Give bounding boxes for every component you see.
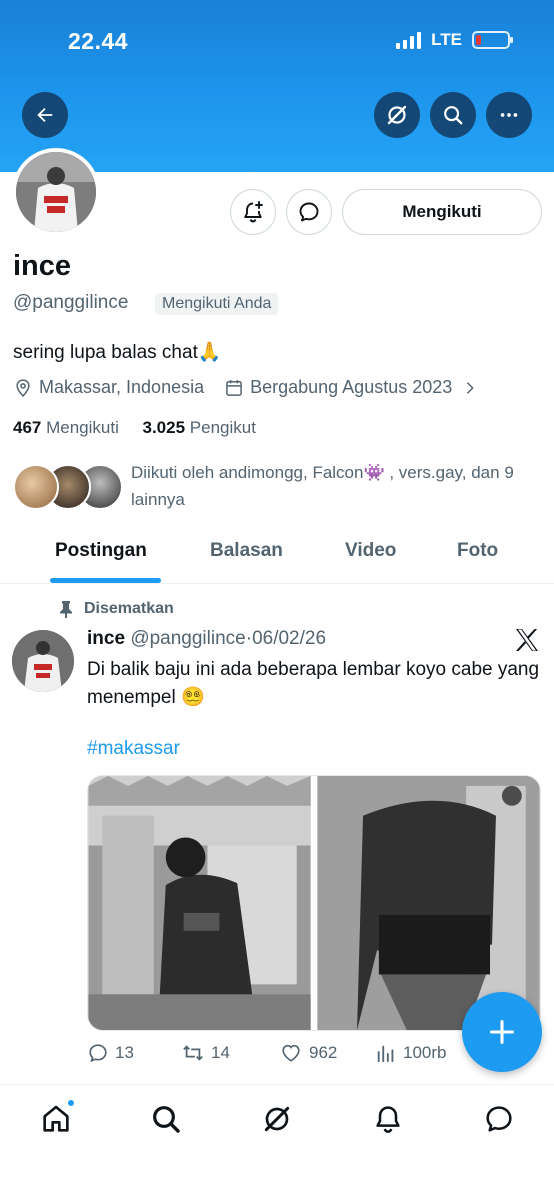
tab-foto[interactable]: Foto [457,540,498,562]
following-count: 467 [13,418,42,437]
repost-button[interactable]: 14 [181,1042,230,1064]
followed-by-text[interactable]: Diikuti oleh andimongg, Falcon👾 , vers.g… [131,459,541,513]
grok-button[interactable] [374,92,420,138]
follows-you-badge: Mengikuti Anda [155,293,279,315]
calendar-icon [226,379,242,396]
chevron-right-icon [467,381,474,394]
views-button[interactable]: 100rb [375,1042,446,1064]
nav-home[interactable] [38,1098,76,1137]
joined-item[interactable]: Bergabung Agustus 2023 [224,377,478,398]
grok-slash-icon [387,105,407,125]
signal-icon [396,31,422,49]
compose-button[interactable] [462,992,542,1072]
followed-by-avatars[interactable] [13,464,123,512]
profile-banner: 22.44 LTE [0,0,554,172]
profile-handle: @panggilince [13,292,129,313]
nav-messages[interactable] [481,1101,517,1137]
following-label: Mengikuti [46,418,119,437]
following-button[interactable]: Mengikuti [342,189,542,235]
joined-text: Bergabung Agustus 2023 [250,377,453,397]
x-logo-icon [514,628,540,657]
like-count: 962 [309,1043,338,1062]
followers-count: 3.025 [142,418,186,437]
pin-icon [60,601,72,618]
followers-label: Pengikut [189,418,256,437]
active-tab-indicator [50,578,161,583]
avatar-photo [16,152,96,232]
messages-icon [486,1106,512,1132]
profile-tabs: Postingan Balasan Video Foto [0,528,554,584]
tab-postingan[interactable]: Postingan [55,540,147,562]
search-icon [153,1106,180,1133]
bell-plus-icon [244,201,263,223]
tab-balasan[interactable]: Balasan [210,540,283,562]
location-item: Makassar, Indonesia [13,377,204,398]
post-author-name[interactable]: ince [87,628,125,649]
following-link[interactable]: 467 Mengikuti [13,418,119,437]
profile-meta: Makassar, Indonesia Bergabung Agustus 20… [13,377,498,398]
message-button[interactable] [286,189,332,235]
pinned-indicator: Disematkan [58,600,174,618]
location-pin-icon [16,378,30,397]
repost-count: 14 [211,1043,230,1062]
bottom-navigation [0,1084,554,1200]
repost-icon [183,1045,203,1061]
tab-video[interactable]: Video [345,540,396,562]
search-icon [444,106,463,125]
reply-icon [89,1044,107,1063]
reply-button[interactable]: 13 [87,1042,134,1064]
post-media[interactable] [87,775,541,1031]
post-author-handle[interactable]: @panggilince [130,628,245,649]
network-type: LTE [431,30,462,49]
profile-display-name: ince [13,250,72,282]
follower-avatar [13,464,59,510]
profile-avatar[interactable] [12,148,100,236]
heart-icon [282,1044,300,1062]
grok-icon [264,1106,290,1132]
plus-icon [489,1019,515,1045]
status-indicators: LTE [396,30,513,50]
post-date[interactable]: 06/02/26 [252,628,326,649]
post-header: ince @panggilince·06/02/26 [87,628,326,650]
battery-icon [472,31,513,49]
home-icon [43,1105,69,1132]
location-text: Makassar, Indonesia [39,377,205,397]
follow-counts: 467 Mengikuti 3.025 Pengikut [13,418,256,438]
back-button[interactable] [22,92,68,138]
followers-link[interactable]: 3.025 Pengikut [143,418,256,437]
views-count: 100rb [403,1043,447,1062]
post-text: Di balik baju ini ada beberapa lembar ko… [87,659,540,708]
status-time: 22.44 [68,28,129,54]
arrow-left-icon [37,107,53,123]
more-button[interactable] [486,92,532,138]
post-author-avatar[interactable] [12,630,74,692]
bell-icon [376,1106,400,1133]
battery-level [476,35,481,45]
nav-search[interactable] [148,1101,184,1137]
analytics-icon [377,1045,394,1063]
more-dots-icon [500,113,518,117]
pinned-label: Disematkan [84,600,174,617]
post-photo-1[interactable] [88,776,311,1030]
nav-grok[interactable] [259,1101,295,1137]
profile-bio: sering lupa balas chat🙏 [13,342,222,363]
post-hashtag[interactable]: #makassar [87,738,180,760]
like-button[interactable]: 962 [279,1042,337,1064]
home-notification-dot [66,1098,76,1108]
reply-count: 13 [115,1043,134,1062]
nav-notifications[interactable] [370,1101,406,1137]
avatar-photo [12,630,74,692]
search-button[interactable] [430,92,476,138]
notify-button[interactable] [230,189,276,235]
chat-bubble-icon [299,202,319,222]
